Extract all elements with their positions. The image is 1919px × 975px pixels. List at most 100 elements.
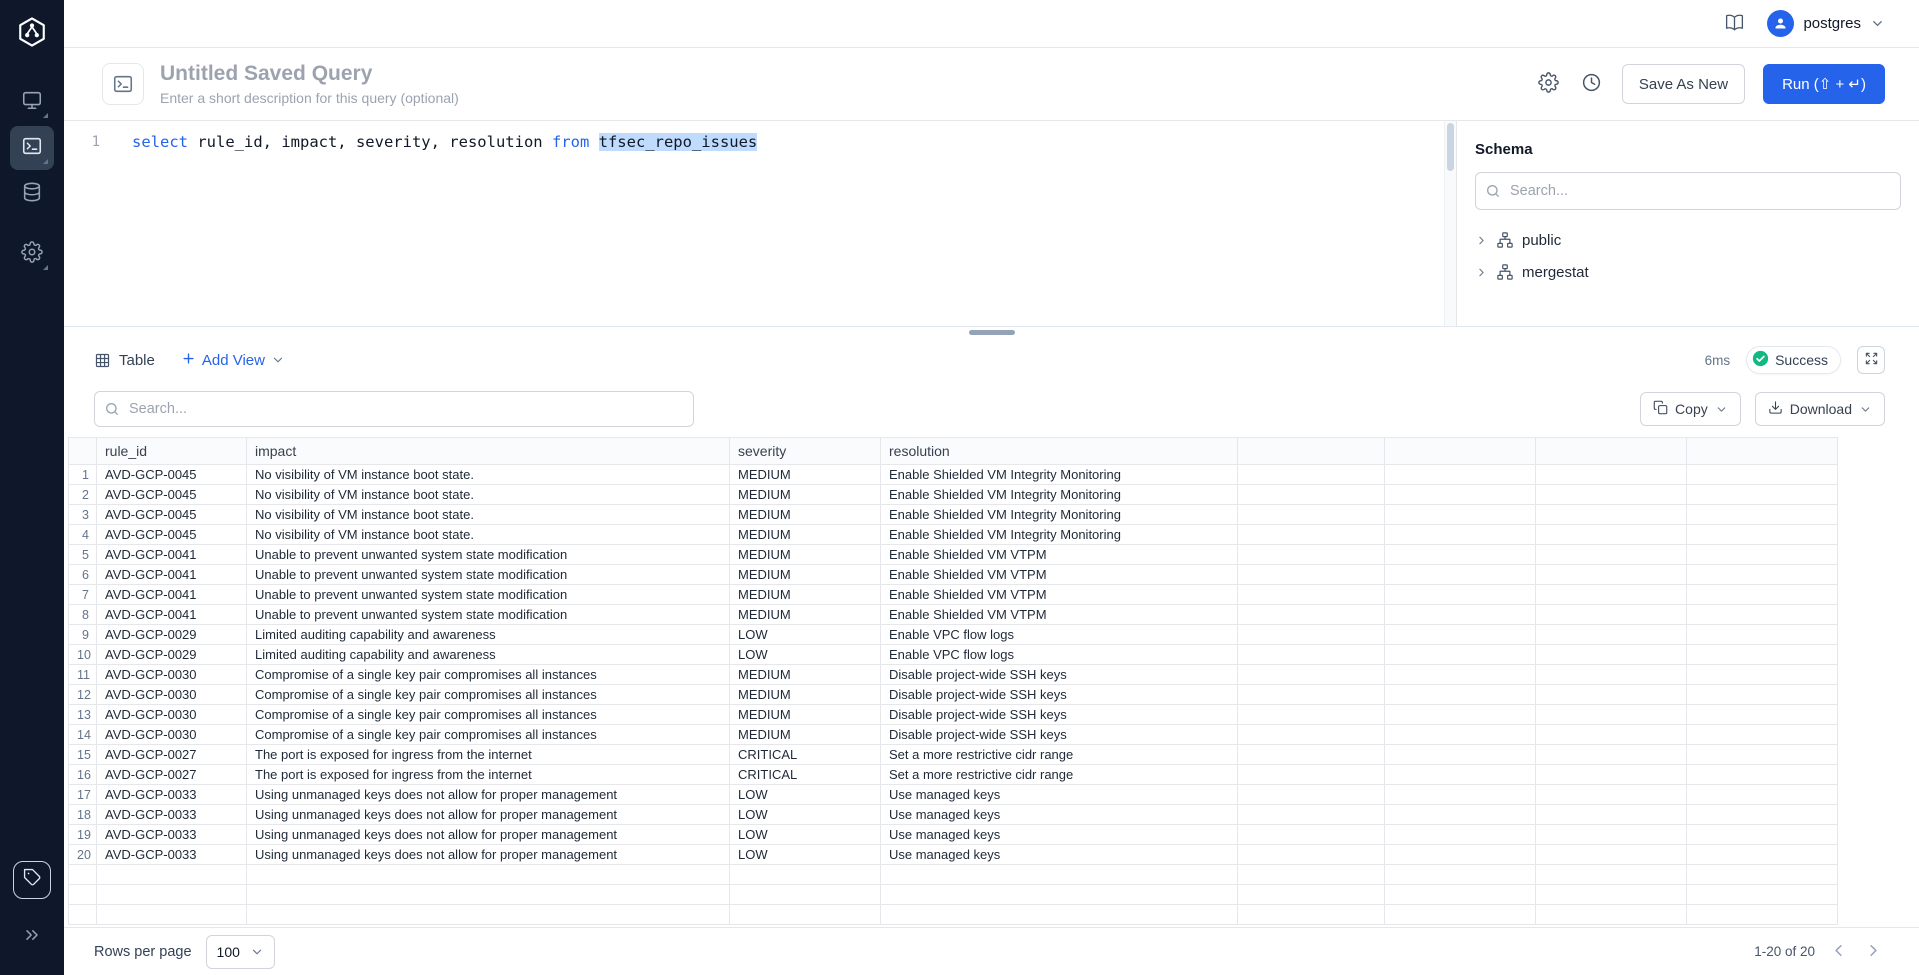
sidebar-collapse-button[interactable] [10,915,54,959]
row-number: 5 [69,545,97,565]
fullscreen-button[interactable] [1857,346,1885,374]
mergestat-logo-icon[interactable] [0,0,64,64]
empty-cell [1238,845,1385,865]
editor-scrollbar[interactable] [1444,121,1456,326]
empty-cell [1536,785,1687,805]
table-header-row: rule_idimpactseverityresolution [69,438,1919,465]
row-number: 7 [69,585,97,605]
schema-tree-item-mergestat[interactable]: mergestat [1475,256,1901,288]
row-number: 9 [69,625,97,645]
pagination-bar: Rows per page 100 1-20 of 20 [64,927,1919,975]
sidebar-item-settings[interactable] [10,232,54,276]
query-history-button[interactable] [1579,70,1604,98]
table-row: 10AVD-GCP-0029Limited auditing capabilit… [69,645,1919,665]
empty-cell [1385,645,1536,665]
empty-cell [1687,705,1838,725]
empty-cell [1536,465,1687,485]
table-row [69,905,1919,925]
empty-cell [1687,805,1838,825]
empty-cell [1687,625,1838,645]
tab-table[interactable]: Table [94,352,155,369]
empty-cell [1238,745,1385,765]
panel-resize-splitter[interactable] [64,326,1919,339]
table-cell: AVD-GCP-0033 [97,785,247,805]
empty-cell [1838,465,1919,485]
add-view-button[interactable]: Add View [181,351,285,370]
sql-token-highlight: tfsec_repo_issues [599,133,758,151]
sql-editor[interactable]: 1 select rule_id, impact, severity, reso… [64,121,1456,326]
sidebar-item-data[interactable] [10,172,54,216]
save-as-new-button[interactable]: Save As New [1622,64,1745,104]
empty-cell [1536,745,1687,765]
empty-cell [1238,545,1385,565]
table-cell: LOW [730,805,881,825]
schema-node-icon [1496,231,1514,249]
docs-button[interactable] [1722,10,1747,38]
results-search-input[interactable] [94,391,694,427]
empty-cell [1238,785,1385,805]
next-page-button[interactable] [1862,939,1885,965]
table-cell: Use managed keys [881,845,1238,865]
column-header-impact[interactable]: impact [247,438,730,465]
empty-cell [1238,605,1385,625]
row-number [69,885,97,905]
empty-cell [1238,465,1385,485]
schema-search-input[interactable] [1475,172,1901,210]
empty-cell [1385,805,1536,825]
empty-cell [1687,865,1838,885]
table-cell: No visibility of VM instance boot state. [247,505,730,525]
sidebar-item-tags[interactable] [13,861,51,899]
table-cell: AVD-GCP-0033 [97,825,247,845]
run-query-button[interactable]: Run (⇧ + ↵) [1763,64,1885,104]
column-header-rule_id[interactable]: rule_id [97,438,247,465]
chevron-right-icon[interactable] [1475,266,1488,279]
empty-cell [1687,885,1838,905]
previous-page-button[interactable] [1827,939,1850,965]
table-cell: AVD-GCP-0030 [97,665,247,685]
column-header-severity[interactable]: severity [730,438,881,465]
schema-tree-item-public[interactable]: public [1475,224,1901,256]
table-cell: MEDIUM [730,545,881,565]
query-description-placeholder[interactable]: Enter a short description for this query… [160,90,459,106]
copy-button[interactable]: Copy [1640,392,1741,426]
table-row: 9AVD-GCP-0029Limited auditing capability… [69,625,1919,645]
download-button[interactable]: Download [1755,392,1885,426]
table-cell: CRITICAL [730,745,881,765]
table-row: 20AVD-GCP-0033Using unmanaged keys does … [69,845,1919,865]
empty-cell [1687,525,1838,545]
table-cell: Limited auditing capability and awarenes… [247,625,730,645]
scrollbar-thumb[interactable] [1447,123,1454,171]
empty-cell [1536,825,1687,845]
empty-cell [1385,485,1536,505]
empty-cell [1238,865,1385,885]
empty-cell [1238,585,1385,605]
editor-row: 1 select rule_id, impact, severity, reso… [64,120,1919,326]
row-number: 11 [69,665,97,685]
query-settings-button[interactable] [1536,70,1561,98]
row-number: 18 [69,805,97,825]
empty-cell [1838,645,1919,665]
empty-cell [1238,645,1385,665]
empty-cell [1838,685,1919,705]
sidebar-item-repos[interactable] [10,80,54,124]
table-cell: Limited auditing capability and awarenes… [247,645,730,665]
table-row: 11AVD-GCP-0030Compromise of a single key… [69,665,1919,685]
query-title[interactable]: Untitled Saved Query [160,62,459,86]
terminal-icon [21,135,43,162]
table-cell: Compromise of a single key pair compromi… [247,725,730,745]
user-menu[interactable]: postgres [1767,10,1885,37]
table-row: 1AVD-GCP-0045No visibility of VM instanc… [69,465,1919,485]
chevron-down-icon [1870,16,1885,31]
empty-cell [1838,545,1919,565]
empty-cell [1838,725,1919,745]
search-icon [104,401,120,417]
schema-panel: Schema publicmergestat [1456,121,1919,326]
column-header-resolution[interactable]: resolution [881,438,1238,465]
table-cell: AVD-GCP-0041 [97,545,247,565]
empty-cell [1536,865,1687,885]
rows-per-page-select[interactable]: 100 [206,935,275,969]
sidebar-item-queries[interactable] [10,126,54,170]
resize-grip[interactable] [969,330,1015,335]
chevron-right-icon[interactable] [1475,234,1488,247]
empty-cell [1238,825,1385,845]
